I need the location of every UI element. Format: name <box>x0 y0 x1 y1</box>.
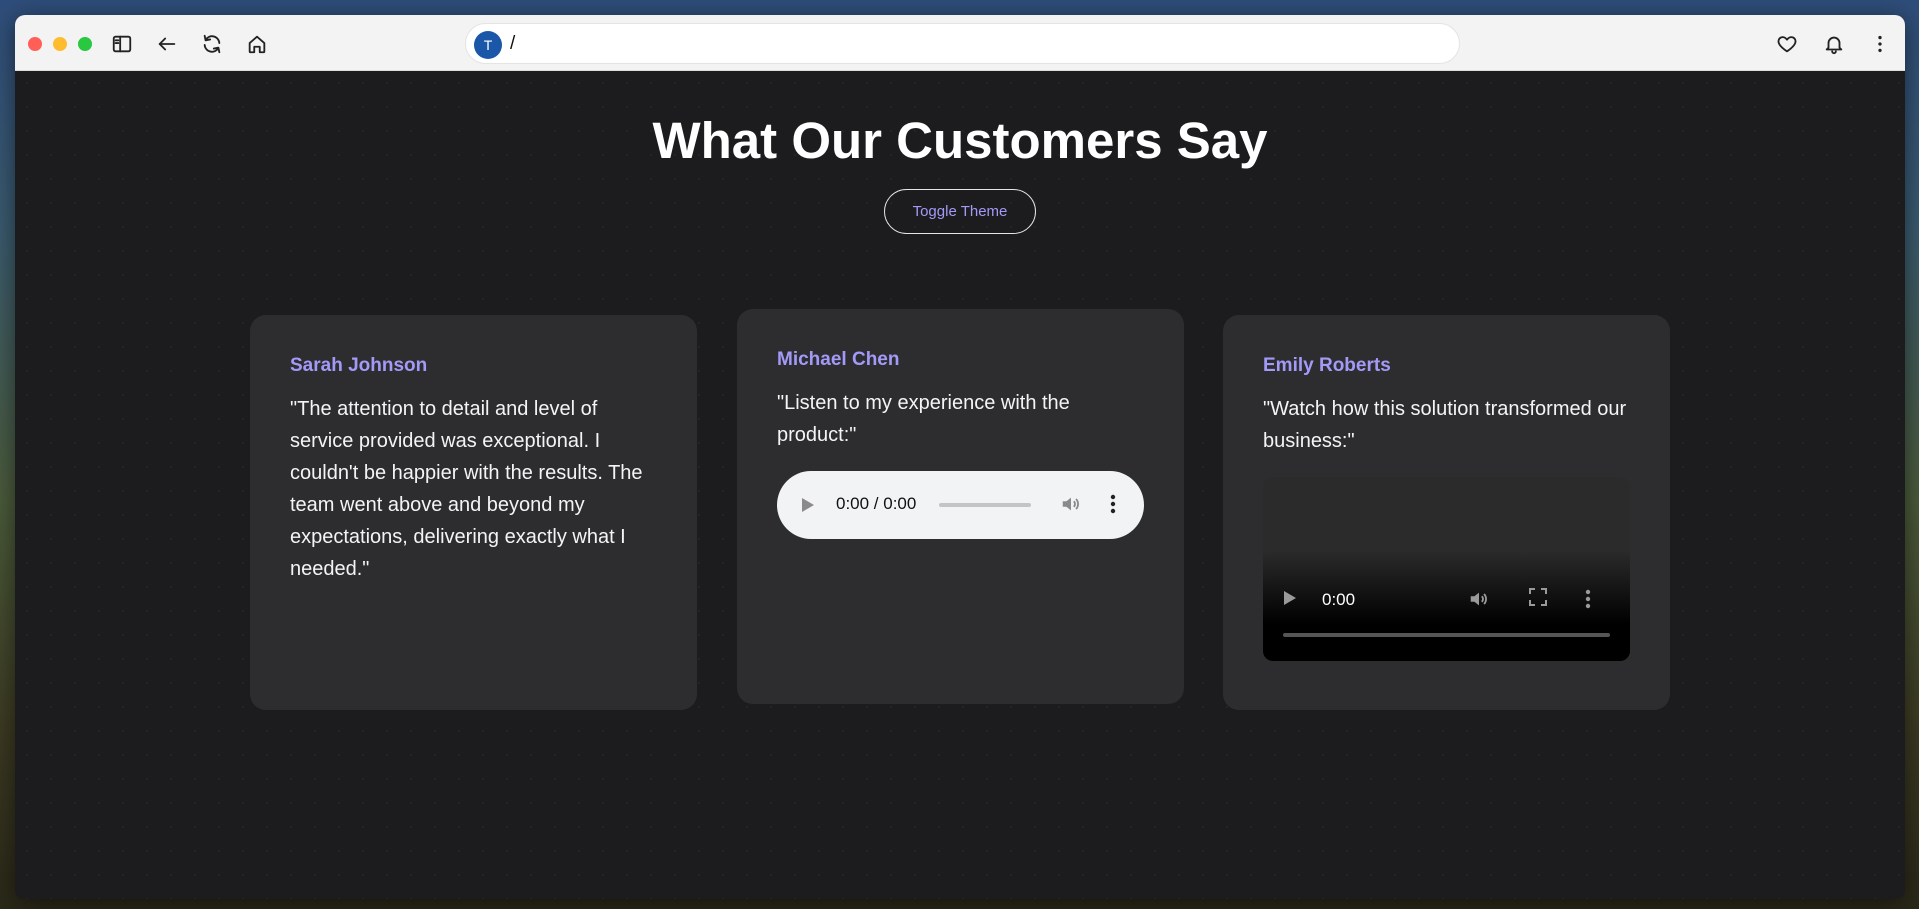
testimonial-card-emily: Emily Roberts "Watch how this solution t… <box>1223 315 1670 710</box>
url-text[interactable]: / <box>510 33 515 55</box>
toggle-theme-button[interactable]: Toggle Theme <box>884 189 1036 234</box>
testimonial-quote: "Listen to my experience with the produc… <box>777 392 1070 446</box>
audio-seek-bar[interactable] <box>939 503 1031 507</box>
testimonial-card-michael: Michael Chen "Listen to my experience wi… <box>737 309 1184 704</box>
kebab-menu-icon[interactable] <box>1585 588 1591 610</box>
reload-icon[interactable] <box>197 29 227 59</box>
kebab-menu-icon[interactable] <box>1110 493 1116 515</box>
address-bar[interactable]: T / <box>465 23 1460 64</box>
back-arrow-icon[interactable] <box>152 29 182 59</box>
heart-icon[interactable] <box>1772 29 1802 59</box>
maximize-window-button[interactable] <box>78 37 92 51</box>
volume-icon[interactable] <box>1060 493 1082 515</box>
close-window-button[interactable] <box>28 37 42 51</box>
browser-window: T / What Our Customers Say Toggle Theme … <box>15 15 1905 899</box>
testimonial-name: Emily Roberts <box>1263 355 1391 376</box>
testimonial-card-sarah: Sarah Johnson "The attention to detail a… <box>250 315 697 710</box>
testimonial-quote: "Watch how this solution transformed our… <box>1263 398 1627 452</box>
testimonial-name: Sarah Johnson <box>290 355 428 376</box>
sidebar-icon[interactable] <box>107 29 137 59</box>
testimonial-name: Michael Chen <box>777 349 900 370</box>
home-icon[interactable] <box>242 29 272 59</box>
audio-player: 0:00 / 0:00 <box>777 471 1144 539</box>
video-player[interactable]: 0:00 <box>1263 477 1630 661</box>
page-content: What Our Customers Say Toggle Theme Sara… <box>15 71 1905 899</box>
volume-icon[interactable] <box>1468 588 1490 610</box>
video-time: 0:00 <box>1322 590 1356 609</box>
fullscreen-icon[interactable] <box>1529 588 1547 606</box>
browser-toolbar: T / <box>15 15 1905 71</box>
play-icon[interactable] <box>1283 590 1297 606</box>
play-icon[interactable] <box>801 497 815 513</box>
avatar[interactable]: T <box>474 31 502 59</box>
testimonial-quote: "The attention to detail and level of se… <box>290 398 643 580</box>
kebab-menu-icon[interactable] <box>1865 29 1895 59</box>
minimize-window-button[interactable] <box>53 37 67 51</box>
bell-icon[interactable] <box>1819 29 1849 59</box>
video-seek-bar[interactable] <box>1283 633 1610 637</box>
page-title: What Our Customers Say <box>652 112 1268 169</box>
audio-time: 0:00 / 0:00 <box>836 494 917 513</box>
